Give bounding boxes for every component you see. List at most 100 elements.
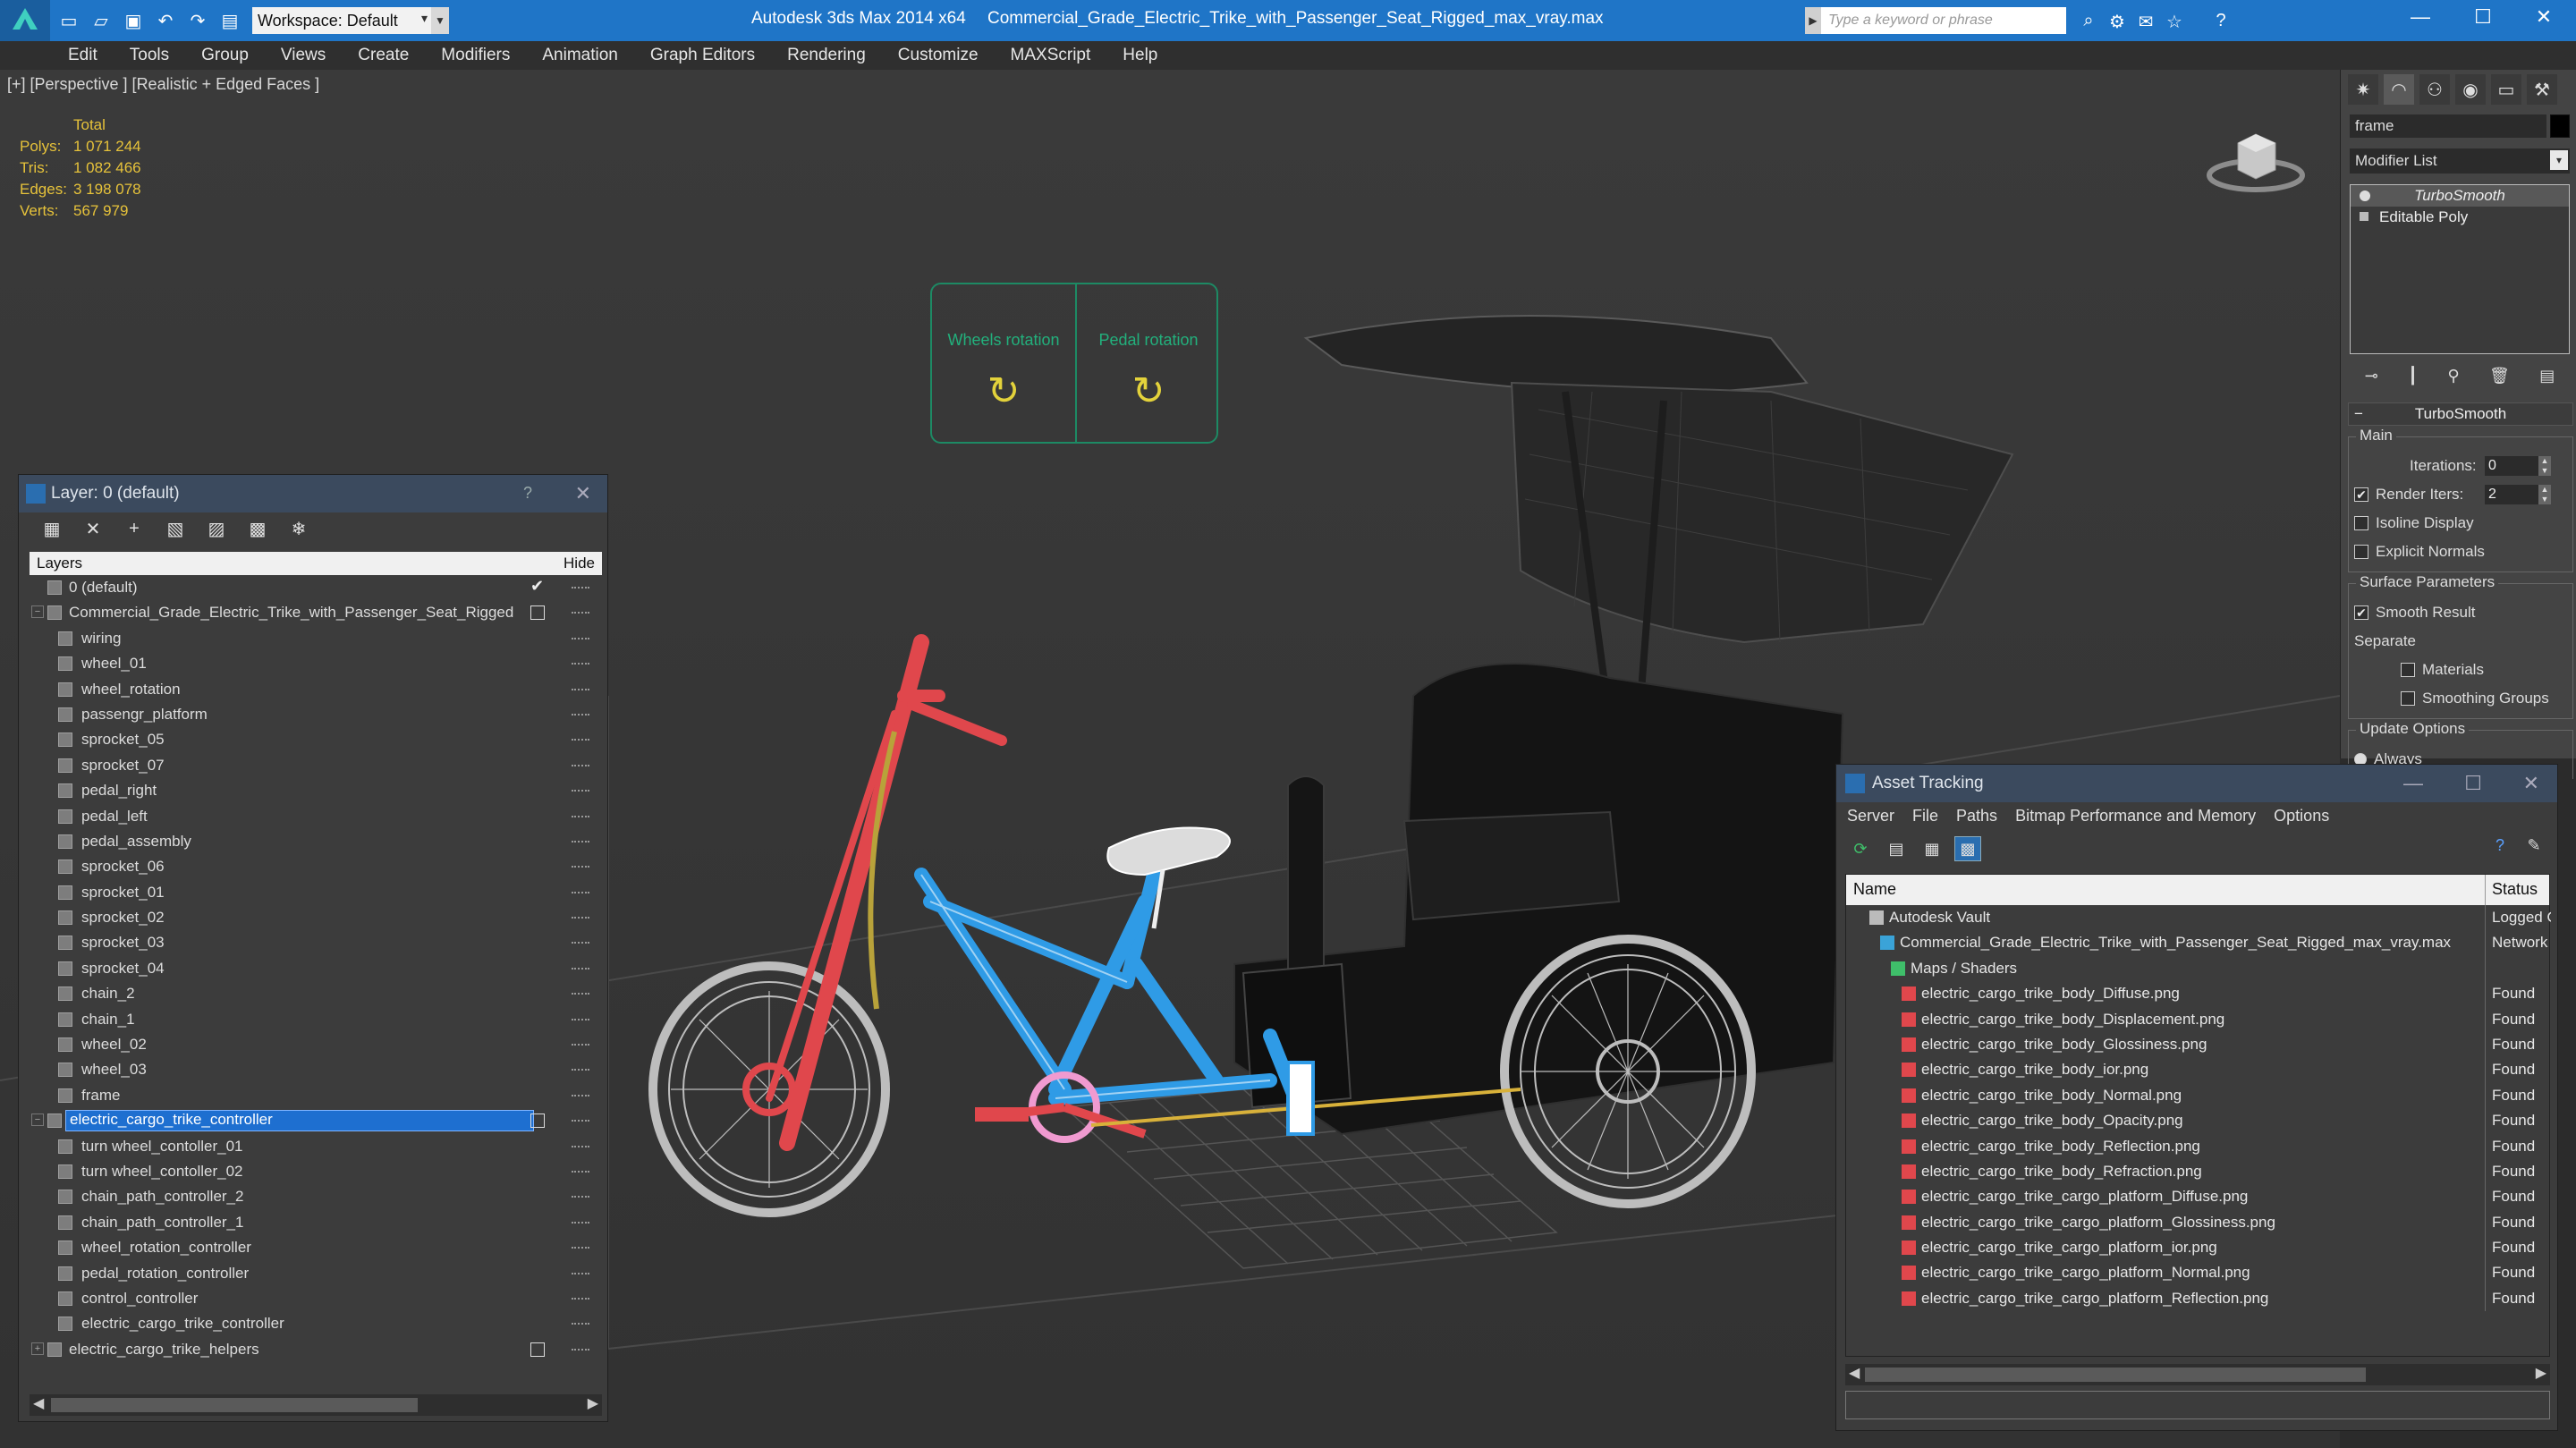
render-iters-spinner[interactable]: 2: [2485, 485, 2538, 504]
smooth-result-checkbox[interactable]: ✔: [2354, 605, 2368, 620]
menu-graph-editors[interactable]: Graph Editors: [650, 46, 755, 65]
layer-object-row[interactable]: pedal_right: [30, 778, 602, 803]
freeze-all-icon[interactable]: ❄: [284, 515, 314, 542]
render-iters-checkbox[interactable]: ✔: [2354, 487, 2368, 502]
asset-row[interactable]: electric_cargo_trike_cargo_platform_ior.…: [1846, 1235, 2549, 1261]
close-icon[interactable]: ✕: [575, 482, 591, 505]
spinner-arrows-icon[interactable]: ▲ ▼: [2538, 456, 2551, 476]
hide-column-header[interactable]: Hide: [564, 555, 595, 572]
layer-object-row[interactable]: chain_path_controller_1: [30, 1210, 602, 1235]
modifier-stack-item[interactable]: TurboSmooth: [2351, 185, 2569, 207]
layer-object-row[interactable]: chain_1: [30, 1007, 602, 1032]
hide-toggle-icon[interactable]: [572, 1145, 589, 1148]
layer-object-row[interactable]: wiring: [30, 626, 602, 651]
isoline-checkbox[interactable]: [2354, 516, 2368, 530]
asset-row[interactable]: electric_cargo_trike_cargo_platform_Refl…: [1846, 1285, 2549, 1312]
hide-toggle-icon[interactable]: [572, 790, 589, 792]
configure-sets-icon[interactable]: ▤: [2539, 367, 2555, 385]
workspace-menu-button[interactable]: ▼: [431, 7, 449, 34]
status-column-header[interactable]: Status: [2492, 880, 2538, 899]
scroll-left-icon[interactable]: ◀: [1849, 1364, 1860, 1382]
layer-row[interactable]: 0 (default) ✔: [30, 575, 602, 600]
hide-toggle-icon[interactable]: [572, 815, 589, 818]
column-separator[interactable]: [2485, 875, 2486, 905]
layer-horizontal-scrollbar[interactable]: ◀ ▶: [30, 1394, 602, 1416]
layer-object-row[interactable]: frame: [30, 1083, 602, 1108]
binoculars-icon[interactable]: ⌕: [2077, 11, 2100, 30]
menu-help[interactable]: Help: [1123, 46, 1157, 65]
hide-toggle-icon[interactable]: [572, 612, 589, 614]
make-unique-icon[interactable]: ⚲: [2447, 367, 2459, 385]
asset-menu-options[interactable]: Options: [2274, 807, 2329, 826]
layer-object-row[interactable]: wheel_rotation: [30, 677, 602, 702]
rotate-icon[interactable]: ↻: [982, 370, 1025, 413]
hide-toggle-icon[interactable]: [572, 587, 589, 589]
hide-toggle-icon[interactable]: [572, 1120, 589, 1122]
rotate-icon[interactable]: ↻: [1127, 370, 1170, 413]
close-window-button[interactable]: ✕: [2517, 5, 2571, 34]
asset-row[interactable]: electric_cargo_trike_body_Opacity.png Fou…: [1846, 1108, 2549, 1134]
hide-toggle-icon[interactable]: [572, 942, 589, 944]
modifier-list-dropdown[interactable]: Modifier List ▾: [2350, 148, 2570, 174]
asset-row[interactable]: electric_cargo_trike_body_Diffuse.png Fou…: [1846, 981, 2549, 1007]
project-folder-icon[interactable]: ▤: [216, 7, 243, 34]
hide-all-icon[interactable]: ▩: [242, 515, 273, 542]
minimize-icon[interactable]: —: [2403, 772, 2423, 795]
make-current-checkbox[interactable]: [530, 605, 545, 621]
layer-object-row[interactable]: wheel_rotation_controller: [30, 1235, 602, 1260]
materials-checkbox[interactable]: [2401, 663, 2415, 677]
hide-toggle-icon[interactable]: [572, 1069, 589, 1071]
create-tab-icon[interactable]: ✷: [2348, 74, 2378, 105]
table-view-icon[interactable]: ▩: [1954, 836, 1981, 861]
layer-object-row[interactable]: pedal_assembly: [30, 829, 602, 854]
hide-toggle-icon[interactable]: [572, 891, 589, 894]
explicit-normals-checkbox[interactable]: [2354, 545, 2368, 559]
redo-icon[interactable]: ↷: [184, 7, 211, 34]
layer-object-row[interactable]: pedal_left: [30, 804, 602, 829]
layer-object-row[interactable]: control_controller: [30, 1286, 602, 1311]
pin-stack-icon[interactable]: ⊸: [2365, 367, 2378, 385]
hide-toggle-icon[interactable]: [572, 840, 589, 843]
vault-help-icon[interactable]: ?: [2487, 836, 2512, 861]
refresh-icon[interactable]: ⟳: [1847, 836, 1874, 861]
motion-tab-icon[interactable]: ◉: [2455, 74, 2486, 105]
list-view-icon[interactable]: ▤: [1883, 836, 1910, 861]
maximize-window-button[interactable]: ☐: [2456, 5, 2510, 34]
asset-row[interactable]: electric_cargo_trike_body_Displacement.p…: [1846, 1006, 2549, 1032]
hide-toggle-icon[interactable]: [572, 764, 589, 767]
asset-horizontal-scrollbar[interactable]: ◀ ▶: [1845, 1364, 2550, 1385]
hide-toggle-icon[interactable]: [572, 1044, 589, 1046]
hide-toggle-icon[interactable]: [572, 739, 589, 741]
asset-row[interactable]: electric_cargo_trike_body_ior.png Found: [1846, 1057, 2549, 1083]
layer-object-row[interactable]: wheel_02: [30, 1032, 602, 1057]
expand-toggle-icon[interactable]: −: [31, 605, 44, 619]
layer-object-row[interactable]: sprocket_02: [30, 905, 602, 930]
hide-toggle-icon[interactable]: [572, 1094, 589, 1097]
name-column-header[interactable]: Name: [1853, 880, 1896, 899]
asset-menu-file[interactable]: File: [1912, 807, 1938, 826]
hierarchy-tab-icon[interactable]: ⚇: [2419, 74, 2450, 105]
hide-toggle-icon[interactable]: [572, 917, 589, 919]
communication-icon[interactable]: ✉: [2134, 11, 2157, 32]
current-layer-check-icon[interactable]: ✔: [530, 577, 544, 596]
menu-modifiers[interactable]: Modifiers: [441, 46, 510, 65]
asset-menu-server[interactable]: Server: [1847, 807, 1894, 826]
favorites-star-icon[interactable]: ☆: [2163, 11, 2186, 32]
hide-toggle-icon[interactable]: [572, 1348, 589, 1351]
hide-toggle-icon[interactable]: [572, 1196, 589, 1198]
viewcube-icon[interactable]: [2202, 116, 2309, 197]
layer-row[interactable]: − Commercial_Grade_Electric_Trike_with_Pa…: [30, 600, 602, 625]
hide-toggle-icon[interactable]: [572, 1247, 589, 1249]
hide-toggle-icon[interactable]: [572, 1297, 589, 1300]
layer-object-row[interactable]: chain_2: [30, 981, 602, 1006]
maximize-icon[interactable]: ☐: [2464, 772, 2482, 795]
make-current-checkbox[interactable]: [530, 1342, 545, 1357]
spinner-arrows-icon[interactable]: ▲ ▼: [2538, 485, 2551, 504]
delete-layer-icon[interactable]: ✕: [78, 515, 108, 542]
iterations-spinner[interactable]: 0: [2485, 456, 2538, 476]
hide-toggle-icon[interactable]: [572, 1018, 589, 1021]
layer-object-row[interactable]: sprocket_05: [30, 727, 602, 752]
layer-row[interactable]: + electric_cargo_trike_helpers: [30, 1337, 602, 1362]
help-icon[interactable]: ?: [523, 484, 532, 503]
subscription-icon[interactable]: ⚙: [2106, 11, 2129, 32]
